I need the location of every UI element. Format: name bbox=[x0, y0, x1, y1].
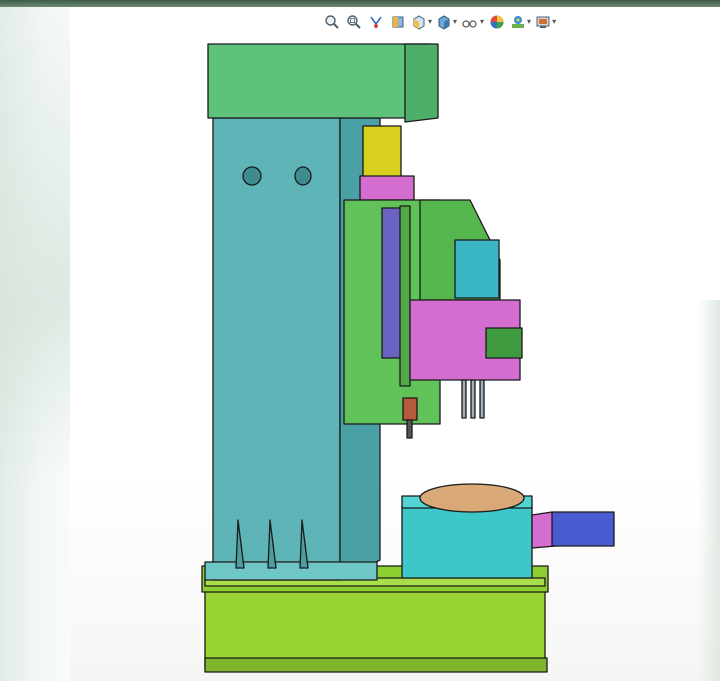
display-style-icon bbox=[438, 15, 450, 30]
chevron-down-icon: ▾ bbox=[552, 17, 557, 26]
cylinder-collar bbox=[359, 175, 415, 201]
chevron-down-icon: ▾ bbox=[453, 17, 458, 26]
zoom-to-fit-icon bbox=[325, 15, 339, 29]
display-style-button[interactable]: ▾ bbox=[435, 12, 458, 32]
servo-motor bbox=[551, 511, 615, 547]
spindle-motor-housing bbox=[454, 239, 500, 299]
chevron-down-icon: ▾ bbox=[480, 17, 485, 26]
edit-appearance-button[interactable] bbox=[487, 12, 507, 32]
side-probe-rod bbox=[406, 419, 413, 439]
machine-base-front bbox=[204, 587, 546, 669]
rotary-table-body bbox=[401, 505, 533, 579]
motor-block-side bbox=[485, 327, 523, 359]
tool-tip bbox=[461, 379, 467, 419]
chevron-down-icon: ▾ bbox=[527, 17, 532, 26]
view-orientation-icon bbox=[413, 15, 425, 30]
tool-tip bbox=[470, 379, 476, 419]
zoom-to-area-button[interactable] bbox=[344, 12, 364, 32]
tool-tip bbox=[479, 379, 485, 419]
column-foot-plate bbox=[204, 561, 378, 581]
zoom-to-fit-button[interactable] bbox=[322, 12, 342, 32]
cad-model[interactable] bbox=[0, 0, 720, 681]
previous-view-icon bbox=[370, 16, 382, 28]
hide-show-items-button[interactable]: ▾ bbox=[460, 12, 485, 32]
head-cover-strip bbox=[399, 205, 411, 387]
column-hole bbox=[294, 166, 312, 186]
view-settings-button[interactable]: ▾ bbox=[534, 12, 557, 32]
zoom-to-area-icon bbox=[347, 15, 361, 29]
section-view-icon bbox=[392, 16, 404, 28]
previous-view-button[interactable] bbox=[366, 12, 386, 32]
machine-base-foot bbox=[204, 657, 548, 673]
heads-up-view-toolbar: ▾ ▾ ▾ ▾ ▾ bbox=[322, 11, 557, 33]
column-hole bbox=[242, 166, 262, 186]
apply-scene-button[interactable]: ▾ bbox=[509, 12, 532, 32]
chevron-down-icon: ▾ bbox=[428, 17, 433, 26]
hydraulic-cylinder bbox=[362, 125, 402, 179]
turntable-plate bbox=[419, 483, 525, 513]
view-settings-icon bbox=[536, 16, 550, 28]
section-view-button[interactable] bbox=[388, 12, 408, 32]
side-probe bbox=[402, 397, 418, 421]
top-cap-side bbox=[404, 43, 439, 123]
hide-show-items-icon bbox=[462, 20, 477, 28]
top-cap-front bbox=[207, 43, 431, 119]
column-front bbox=[212, 117, 341, 581]
edit-appearance-icon bbox=[490, 15, 504, 29]
apply-scene-icon bbox=[512, 16, 525, 28]
view-orientation-button[interactable]: ▾ bbox=[410, 12, 433, 32]
